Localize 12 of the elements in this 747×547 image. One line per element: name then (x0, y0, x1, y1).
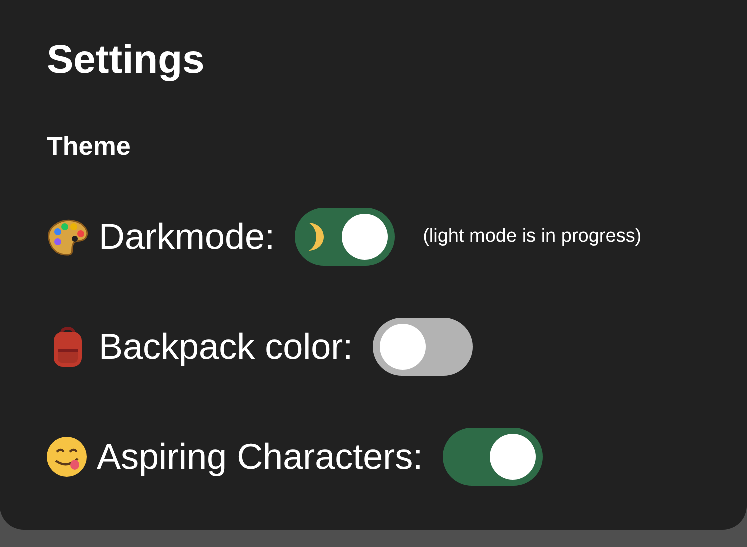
setting-label: Darkmode: (99, 215, 276, 259)
setting-note: (light mode is in progress) (423, 224, 642, 249)
palette-icon (45, 217, 91, 257)
section-title: Theme (47, 130, 132, 162)
toggle-knob (380, 324, 426, 370)
smiley-icon (45, 435, 89, 479)
moon-icon (309, 223, 326, 251)
setting-label: Backpack color: (99, 325, 354, 369)
toggle-knob (490, 434, 536, 480)
toggle-knob (342, 214, 388, 260)
panel-title: Settings (47, 37, 206, 84)
setting-label: Aspiring Characters: (97, 435, 424, 479)
